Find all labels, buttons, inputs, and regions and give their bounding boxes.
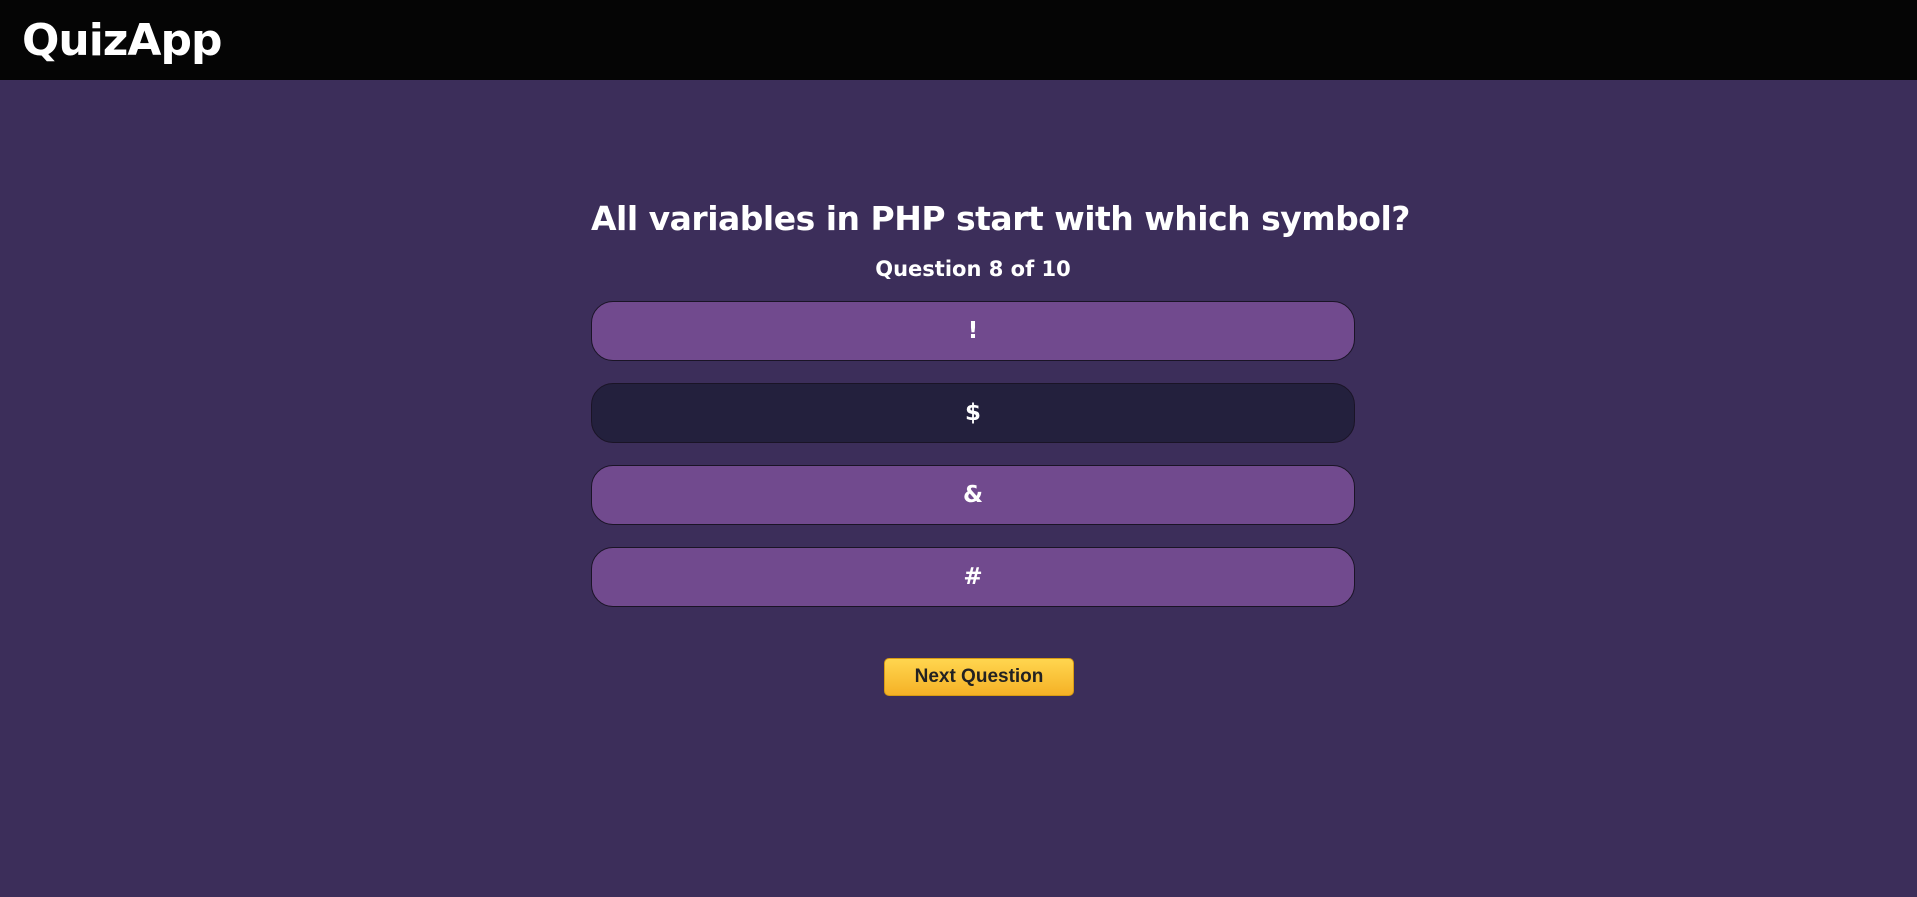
quiz-container: All variables in PHP start with which sy…	[591, 190, 1410, 629]
question-counter: Question 8 of 10	[875, 257, 1071, 281]
next-question-button[interactable]: Next Question	[884, 658, 1074, 696]
answer-option-4[interactable]: #	[591, 547, 1355, 607]
app-logo[interactable]: QuizApp	[22, 12, 222, 70]
top-navbar: QuizApp	[0, 0, 1917, 80]
answer-list: ! $ & #	[591, 301, 1355, 607]
answer-option-label: &	[962, 482, 984, 508]
answer-option-label: $	[964, 400, 981, 426]
answer-option-1[interactable]: !	[591, 301, 1355, 361]
answer-option-label: !	[967, 318, 979, 344]
answer-option-2[interactable]: $	[591, 383, 1355, 443]
question-text: All variables in PHP start with which sy…	[591, 199, 1410, 238]
answer-option-3[interactable]: &	[591, 465, 1355, 525]
answer-option-label: #	[963, 564, 983, 590]
